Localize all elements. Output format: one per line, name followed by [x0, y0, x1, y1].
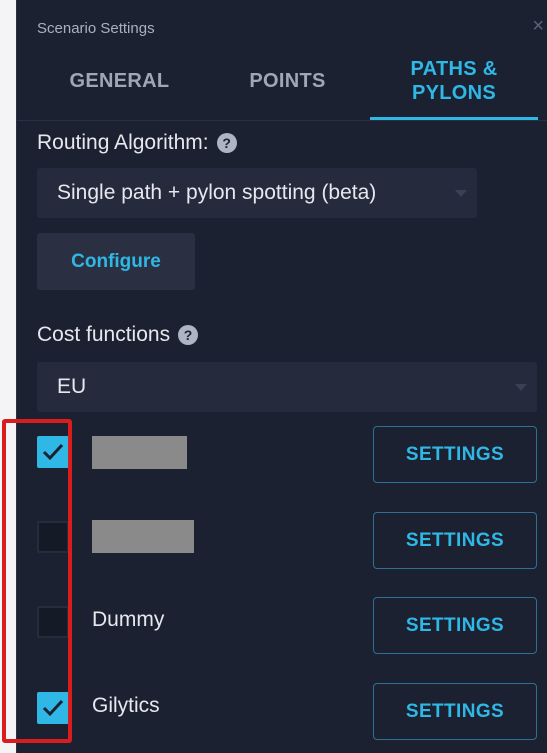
settings-button[interactable]: SETTINGS [373, 683, 537, 740]
cost-function-label: Dummy [92, 608, 165, 631]
cost-functions-value: EU [57, 375, 87, 398]
panel-title: Scenario Settings [37, 20, 155, 37]
tab-points[interactable]: POINTS [222, 70, 353, 93]
routing-algorithm-heading: Routing Algorithm: ? [37, 131, 237, 155]
redacted-label [92, 520, 194, 553]
tab-divider [17, 120, 547, 121]
close-icon[interactable]: × [532, 16, 544, 36]
cost-function-row: SETTINGS [17, 426, 547, 486]
tab-general[interactable]: GENERAL [17, 70, 222, 93]
configure-button[interactable]: Configure [37, 233, 195, 290]
cost-function-row: Gilytics SETTINGS [17, 683, 547, 743]
scenario-settings-panel: Scenario Settings × GENERAL POINTS PATHS… [16, 0, 547, 753]
tab-paths-pylons-line2: PYLONS [411, 82, 497, 104]
highlight-annotation-box [2, 419, 72, 743]
routing-algorithm-value: Single path + pylon spotting (beta) [57, 181, 377, 204]
chevron-down-icon [455, 190, 467, 197]
cost-functions-select[interactable]: EU [37, 362, 537, 412]
settings-button[interactable]: SETTINGS [373, 597, 537, 654]
redacted-label [92, 436, 187, 469]
cost-function-row: SETTINGS [17, 512, 547, 572]
tab-paths-pylons-line1: PATHS & [410, 58, 498, 80]
cost-function-label: Gilytics [92, 694, 160, 717]
settings-button[interactable]: SETTINGS [373, 512, 537, 569]
chevron-down-icon [515, 384, 527, 391]
help-icon[interactable]: ? [216, 133, 237, 153]
routing-algorithm-label: Routing Algorithm: [37, 131, 209, 154]
cost-function-row: Dummy SETTINGS [17, 597, 547, 657]
settings-button[interactable]: SETTINGS [373, 426, 537, 483]
routing-algorithm-select[interactable]: Single path + pylon spotting (beta) [37, 168, 477, 218]
help-icon[interactable]: ? [178, 325, 199, 345]
tab-paths-pylons[interactable]: PATHS & PYLONS [370, 57, 538, 105]
cost-functions-heading: Cost functions ? [37, 323, 199, 347]
cost-functions-label: Cost functions [37, 323, 171, 346]
